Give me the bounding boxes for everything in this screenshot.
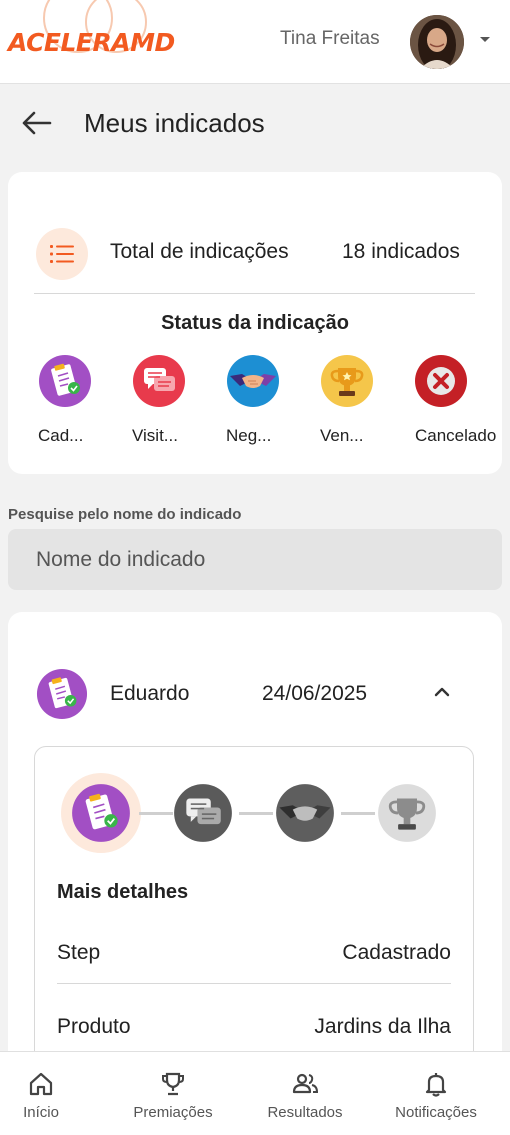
bottom-nav: Início Premiações Resultados Notificaçõe…: [0, 1051, 510, 1135]
clipboard-check-icon: [39, 355, 91, 407]
total-value: 18 indicados: [342, 240, 460, 263]
bell-icon: [425, 1073, 447, 1097]
status-label: Visit...: [132, 426, 178, 445]
lead-date: 24/06/2025: [262, 682, 368, 705]
cancel-x-icon: [415, 355, 467, 407]
lead-name: Eduardo: [110, 682, 190, 705]
details-title: Mais detalhes: [57, 881, 189, 903]
trophy-icon: [321, 355, 373, 407]
detail-key-produto: Produto: [57, 1015, 131, 1038]
detail-value-step: Cadastrado: [342, 941, 451, 964]
nav-label: Notificações: [395, 1104, 477, 1121]
logo-text: ACELERAMD: [8, 27, 175, 57]
nav-item-premiacoes[interactable]: Premiações: [118, 1052, 228, 1135]
page-title: Meus indicados: [84, 108, 265, 138]
status-title: Status da indicação: [161, 312, 349, 334]
nav-item-inicio[interactable]: Início: [0, 1052, 82, 1135]
nav-label: Resultados: [267, 1104, 343, 1121]
status-label: Ven...: [320, 426, 364, 445]
nav-item-notificacoes[interactable]: Notificações: [386, 1052, 486, 1135]
status-label: Cad...: [38, 426, 84, 445]
top-bar: ACELERAMD Tina Freitas: [0, 0, 510, 84]
step-venda-icon: [378, 784, 436, 842]
step-connector: [341, 812, 375, 815]
handshake-icon: [227, 355, 279, 407]
nav-item-resultados[interactable]: Resultados: [250, 1052, 360, 1135]
list-icon: [36, 228, 88, 280]
chevron-up-icon[interactable]: [428, 678, 456, 706]
step-connector: [139, 812, 173, 815]
nav-label: Premiações: [133, 1104, 213, 1121]
lead-card: Eduardo 24/06/2025 Mais detalhes Step Ca…: [8, 612, 502, 1086]
back-arrow-icon[interactable]: [20, 108, 52, 138]
step-visita-icon: [174, 784, 232, 842]
user-name[interactable]: Tina Freitas: [280, 28, 380, 50]
page-header: Meus indicados: [0, 100, 510, 146]
detail-value-produto: Jardins da Ilha: [314, 1015, 451, 1038]
status-label: Neg...: [226, 426, 272, 445]
detail-key-step: Step: [57, 941, 101, 964]
summary-card: Total de indicações 18 indicados Status …: [8, 172, 502, 474]
status-label: Cancelado: [415, 426, 497, 445]
lead-details-panel: Mais detalhes Step Cadastrado Produto Ja…: [34, 746, 474, 1086]
divider: [57, 983, 451, 984]
chat-bubbles-icon: [133, 355, 185, 407]
clipboard-check-icon: [36, 668, 88, 720]
divider: [34, 293, 475, 294]
people-icon: [292, 1073, 319, 1094]
step-connector: [239, 812, 273, 815]
step-negociacao-icon: [276, 784, 334, 842]
search-label: Pesquise pelo nome do indicado: [8, 506, 242, 523]
total-label: Total de indicações: [110, 240, 289, 263]
avatar[interactable]: [410, 15, 464, 69]
trophy-outline-icon: [162, 1072, 184, 1096]
search-input[interactable]: [8, 529, 502, 590]
step-cadastrado-icon: [72, 784, 130, 842]
home-icon: [29, 1072, 53, 1096]
chevron-down-icon[interactable]: [478, 33, 492, 47]
app-logo[interactable]: ACELERAMD: [8, 22, 175, 62]
nav-label: Início: [23, 1104, 59, 1121]
